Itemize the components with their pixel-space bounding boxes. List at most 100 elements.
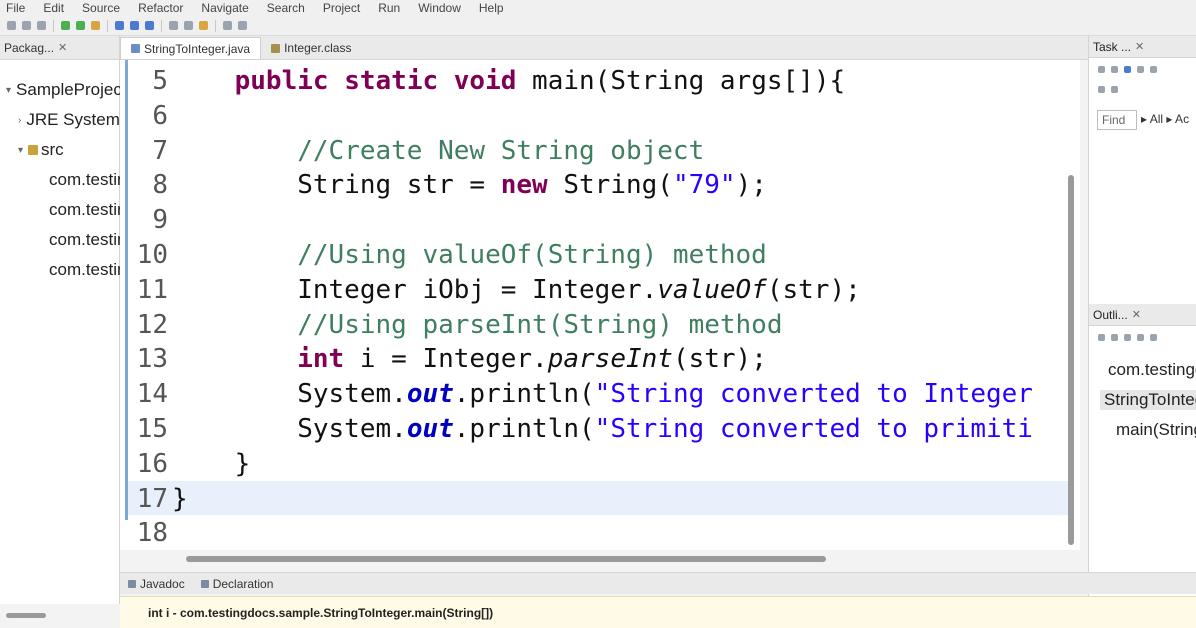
menu-project[interactable]: Project	[323, 1, 360, 15]
vertical-scrollbar[interactable]	[1068, 175, 1074, 545]
tree-item[interactable]: ▾ src	[18, 140, 120, 160]
code-line[interactable]: 14 System.out.println("String converted …	[120, 377, 1080, 412]
code-token: );	[735, 170, 767, 201]
sort-icon[interactable]	[1098, 333, 1105, 341]
code-line[interactable]: 16 }	[120, 447, 1080, 482]
filter-icon[interactable]	[1111, 65, 1118, 73]
toolbar-divider	[107, 19, 108, 32]
tree-item-label: JRE System Library	[26, 110, 120, 129]
code-line[interactable]: 13 int i = Integer.parseInt(str);	[120, 342, 1080, 377]
code-token: main(String args[]){	[516, 66, 846, 96]
left-horizontal-scrollbar[interactable]	[6, 613, 46, 618]
bottom-tabs: Javadoc Declaration	[120, 572, 1196, 594]
close-icon[interactable]: ✕	[1135, 40, 1144, 53]
outline-item[interactable]: StringToInteger	[1100, 390, 1196, 410]
task-find-options[interactable]: ▸ All ▸ Ac	[1141, 112, 1189, 126]
forward-icon[interactable]	[238, 21, 247, 30]
print-icon[interactable]	[37, 21, 46, 30]
code-line[interactable]: 15 System.out.println("String converted …	[120, 412, 1080, 447]
menu-file[interactable]: File	[6, 1, 25, 15]
expanded-chevron-icon[interactable]: ▾	[18, 145, 26, 156]
code-line[interactable]: 10 //Using valueOf(String) method	[120, 238, 1080, 273]
debug-icon[interactable]	[61, 21, 70, 30]
horizontal-scrollbar[interactable]	[186, 556, 826, 562]
outline-item[interactable]: main(String[])	[1112, 420, 1196, 440]
tree-item[interactable]: com.testingdocs	[46, 200, 120, 220]
expanded-chevron-icon[interactable]: ▾	[6, 85, 11, 96]
package-explorer-header[interactable]: Packag... ✕	[0, 36, 119, 60]
menu-navigate[interactable]: Navigate	[201, 1, 248, 15]
code-line[interactable]: 17}	[120, 482, 1080, 517]
code-line[interactable]: 18	[120, 516, 1080, 550]
code-token: void	[453, 66, 517, 96]
code-text: int i = Integer.parseInt(str);	[172, 342, 767, 377]
outline-item[interactable]: com.testingdocs	[1104, 360, 1196, 380]
new-icon[interactable]	[7, 21, 16, 30]
menu-search[interactable]: Search	[267, 1, 305, 15]
tab-string-to-integer[interactable]: StringToInteger.java	[120, 37, 262, 59]
tree-item[interactable]: › JRE System Library	[18, 110, 120, 130]
view-menu-icon[interactable]	[1150, 65, 1157, 73]
code-line[interactable]: 11 Integer iObj = Integer.valueOf(str);	[120, 273, 1080, 308]
annotation-icon[interactable]	[199, 21, 208, 30]
tree-item-label: com.testingdocs	[49, 170, 120, 189]
menu-edit[interactable]: Edit	[43, 1, 64, 15]
code-text: System.out.println("String converted to …	[172, 412, 1033, 447]
tree-item[interactable]: com.testingdocs	[46, 260, 120, 280]
search-icon[interactable]	[184, 21, 193, 30]
code-token: }	[172, 448, 251, 479]
tab-declaration[interactable]: Declaration	[200, 577, 273, 591]
new-task-icon[interactable]	[1098, 65, 1105, 73]
task-list-header[interactable]: Task ... ✕	[1089, 36, 1196, 58]
view-menu-icon[interactable]	[1150, 333, 1157, 341]
tab-integer-class[interactable]: Integer.class	[261, 37, 361, 59]
code-line[interactable]: 7 //Create New String object	[120, 134, 1080, 169]
tree-item[interactable]: com.testingdocs	[46, 170, 120, 190]
code-line[interactable]: 5 public static void main(String args[])…	[120, 64, 1080, 99]
code-token: "String converted to Integer	[594, 379, 1033, 410]
tree-item[interactable]: com.testingdocs	[46, 230, 120, 250]
line-number: 12	[136, 309, 168, 340]
menu-refactor[interactable]: Refactor	[138, 1, 183, 15]
tree-item[interactable]: ▾ SampleProject	[6, 80, 120, 100]
sync-icon[interactable]	[1098, 85, 1105, 93]
close-icon[interactable]: ✕	[1132, 308, 1141, 321]
task-list-toolbar-2	[1089, 80, 1196, 98]
tab-label: Javadoc	[140, 576, 185, 591]
menu-run[interactable]: Run	[378, 1, 400, 15]
tab-javadoc[interactable]: Javadoc	[128, 577, 185, 591]
menu-bar: File Edit Source Refactor Navigate Search Proj…	[0, 0, 1196, 16]
outline-header[interactable]: Outli... ✕	[1089, 304, 1196, 326]
collapsed-chevron-icon[interactable]: ›	[18, 115, 21, 126]
hide-fields-icon[interactable]	[1111, 333, 1118, 341]
code-line[interactable]: 12 //Using parseInt(String) method	[120, 308, 1080, 343]
menu-help[interactable]: Help	[479, 1, 504, 15]
code-line[interactable]: 9	[120, 203, 1080, 238]
line-number: 11	[136, 274, 168, 305]
menu-source[interactable]: Source	[82, 1, 120, 15]
code-editor[interactable]: 5 public static void main(String args[])…	[120, 60, 1080, 550]
collapse-icon[interactable]	[1137, 65, 1144, 73]
new-java-project-icon[interactable]	[115, 21, 124, 30]
code-token: //Using parseInt(String) method	[297, 309, 783, 340]
java-file-icon	[131, 44, 140, 53]
code-line[interactable]: 6	[120, 99, 1080, 134]
categorize-icon[interactable]	[1124, 65, 1131, 73]
task-find-input[interactable]: Find	[1097, 110, 1137, 130]
new-class-icon[interactable]	[145, 21, 154, 30]
declaration-status: int i - com.testingdocs.sample.StringToI…	[120, 596, 1196, 628]
open-type-icon[interactable]	[169, 21, 178, 30]
hide-nonpublic-icon[interactable]	[1137, 333, 1144, 341]
menu-window[interactable]: Window	[418, 1, 461, 15]
source-folder-icon	[28, 145, 38, 155]
back-icon[interactable]	[223, 21, 232, 30]
code-line[interactable]: 8 String str = new String("79");	[120, 168, 1080, 203]
close-icon[interactable]: ✕	[58, 41, 67, 54]
new-package-icon[interactable]	[130, 21, 139, 30]
run-icon[interactable]	[76, 21, 85, 30]
repository-icon[interactable]	[1111, 85, 1118, 93]
save-icon[interactable]	[22, 21, 31, 30]
external-tools-icon[interactable]	[91, 21, 100, 30]
hide-static-icon[interactable]	[1124, 333, 1131, 341]
